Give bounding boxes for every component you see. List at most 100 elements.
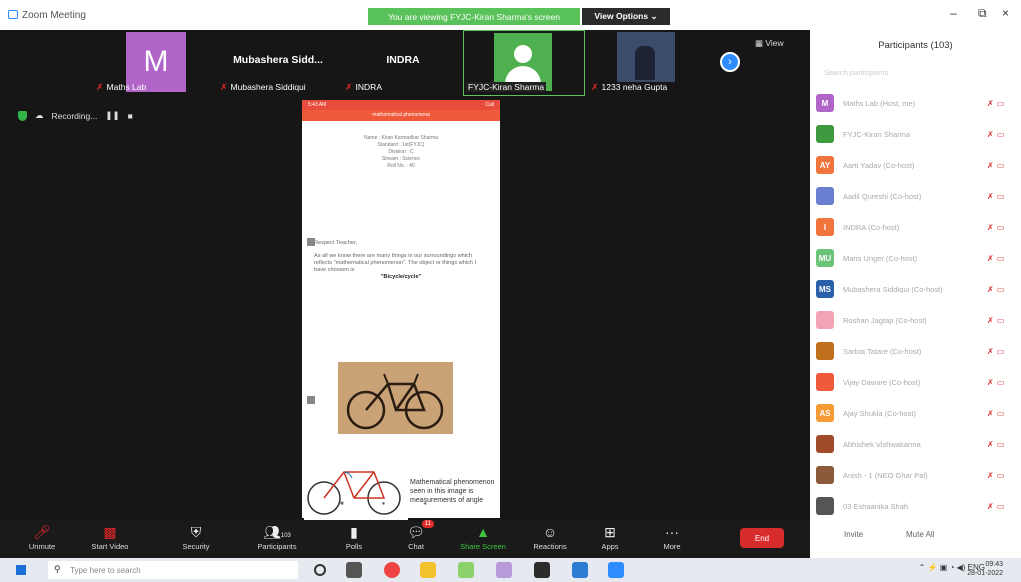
minimize-icon[interactable]: – xyxy=(950,6,957,20)
app-icon[interactable] xyxy=(572,562,588,578)
student-info: Name : Kiran Karmadkar Sharma Standard :… xyxy=(364,135,438,169)
restore-icon[interactable]: ⧉ xyxy=(978,6,987,21)
windows-start-icon[interactable] xyxy=(16,565,26,575)
participant-row[interactable]: AY Aarti Yadav (Co-host) ✗ ▭ xyxy=(816,154,1016,176)
mic-muted-icon[interactable]: ✗ xyxy=(987,471,994,480)
next-page-button[interactable]: › xyxy=(720,52,740,72)
chrome-icon[interactable] xyxy=(384,562,400,578)
video-off-icon[interactable]: ▭ xyxy=(997,502,1005,511)
page-marker xyxy=(307,238,315,246)
reactions-button[interactable]: ☺ Reactions xyxy=(518,522,582,551)
zoom-taskbar-icon[interactable] xyxy=(608,562,624,578)
video-off-icon[interactable]: ▭ xyxy=(997,223,1005,232)
participant-row[interactable]: FYJC-Kiran Sharma ✗ ▭ xyxy=(816,123,1016,145)
stop-recording-icon[interactable]: ■ xyxy=(128,111,133,121)
chat-badge: 11 xyxy=(421,520,434,528)
mic-muted-icon[interactable]: ✗ xyxy=(987,130,994,139)
participant-row[interactable]: M Maths Lab (Host, me) ✗ ▭ xyxy=(816,92,1016,114)
video-off-icon[interactable]: ▭ xyxy=(997,99,1005,108)
mic-muted-icon[interactable]: ✗ xyxy=(987,99,994,108)
view-options-button[interactable]: View Options ⌄ xyxy=(582,8,670,25)
security-button[interactable]: ⛨ Security xyxy=(164,522,228,551)
more-button[interactable]: ··· More xyxy=(640,522,704,551)
app-icon[interactable] xyxy=(458,562,474,578)
video-off-icon[interactable]: ▭ xyxy=(997,130,1005,139)
video-off-icon[interactable]: ▭ xyxy=(997,254,1005,263)
participant-row[interactable]: AS Ajay Shukla (Co-host) ✗ ▭ xyxy=(816,402,1016,424)
end-meeting-button[interactable]: End xyxy=(740,528,784,548)
mic-muted-icon[interactable]: ✗ xyxy=(987,285,994,294)
avatar: AY xyxy=(816,156,834,174)
file-explorer-icon[interactable] xyxy=(420,562,436,578)
video-off-icon[interactable]: ▭ xyxy=(997,409,1005,418)
mute-all-button[interactable]: Mute All xyxy=(906,530,934,539)
participant-row[interactable]: I INDRA (Co-host) ✗ ▭ xyxy=(816,216,1016,238)
mic-muted-icon[interactable]: ✗ xyxy=(987,502,994,511)
participant-row[interactable]: Anish - 1 (NEO Ghar Pal) ✗ ▭ xyxy=(816,464,1016,486)
mic-muted-icon[interactable]: ✗ xyxy=(987,223,994,232)
mic-muted-icon[interactable]: ✗ xyxy=(987,378,994,387)
shield-icon: ⛨ xyxy=(190,524,202,540)
mic-muted-icon[interactable]: ✗ xyxy=(987,254,994,263)
participants-icon: 👥︎103 xyxy=(263,524,291,540)
apps-button[interactable]: ⊞ Apps xyxy=(578,522,642,551)
thumbnail-indra[interactable]: INDRA ✗ INDRA xyxy=(343,30,463,96)
participant-row[interactable]: Roshan Jagtap (Co-host) ✗ ▭ xyxy=(816,309,1016,331)
unmute-button[interactable]: 🎤︎ Unmute xyxy=(10,522,74,551)
video-off-icon[interactable]: ▭ xyxy=(997,192,1005,201)
video-off-icon[interactable]: ▭ xyxy=(997,316,1005,325)
participant-name: INDRA (Co-host) xyxy=(843,222,900,232)
polls-button[interactable]: ▮ Polls xyxy=(322,522,386,551)
thumbnail-mubashera[interactable]: Mubashera Sidd... ✗ Mubashera Siddiqui xyxy=(218,30,338,96)
participant-big-name: Mubashera Sidd... xyxy=(233,54,323,66)
chat-button[interactable]: 💬︎ 11 Chat xyxy=(384,520,448,551)
meeting-area: M ✗ Maths Lab Mubashera Sidd... ✗ Mubasher… xyxy=(0,30,810,530)
view-button[interactable]: ▦ View xyxy=(755,38,784,49)
close-icon[interactable]: × xyxy=(1002,6,1009,20)
video-off-icon[interactable]: ▭ xyxy=(997,440,1005,449)
participants-panel: Participants (103) Search participants M… xyxy=(810,30,1021,558)
phone-status-bar: 5:43 AM Call xyxy=(302,100,500,110)
thumbnail-maths-lab[interactable]: M ✗ Maths Lab xyxy=(92,30,202,96)
avatar: M xyxy=(816,94,834,112)
participant-row[interactable]: Sarbat Tatare (Co-host) ✗ ▭ xyxy=(816,340,1016,362)
mic-muted-icon[interactable]: ✗ xyxy=(987,316,994,325)
video-off-icon[interactable]: ▭ xyxy=(997,161,1005,170)
mic-muted-icon: ✗ xyxy=(220,82,228,92)
share-screen-button[interactable]: ▲ Share Screen xyxy=(451,522,515,551)
start-video-button[interactable]: ▩ Start Video xyxy=(78,522,142,551)
taskbar-search-input[interactable]: ⚲ Type here to search xyxy=(48,561,298,579)
thumbnail-kiran-sharma[interactable]: FYJC-Kiran Sharma xyxy=(463,30,585,96)
video-off-icon[interactable]: ▭ xyxy=(997,471,1005,480)
app-icon[interactable] xyxy=(496,562,512,578)
video-off-icon[interactable]: ▭ xyxy=(997,285,1005,294)
invite-button[interactable]: Invite xyxy=(844,530,863,539)
mic-muted-icon[interactable]: ✗ xyxy=(987,161,994,170)
mic-muted-icon[interactable]: ✗ xyxy=(987,192,994,201)
participant-row[interactable]: 03 Eshaanika Shah ✗ ▭ xyxy=(816,495,1016,517)
participant-row[interactable]: Vijay Daware (Co-host) ✗ ▭ xyxy=(816,371,1016,393)
polls-icon: ▮ xyxy=(350,524,358,540)
participant-row[interactable]: Abhishek Vishwakarma ✗ ▭ xyxy=(816,433,1016,455)
thumbnail-neha-gupta[interactable]: ✗ 1233 neha Gupta xyxy=(589,30,699,96)
video-off-icon[interactable]: ▭ xyxy=(997,378,1005,387)
mic-muted-icon[interactable]: ✗ xyxy=(987,347,994,356)
participant-search-input[interactable]: Search participants xyxy=(824,68,888,77)
mic-muted-icon[interactable]: ✗ xyxy=(987,440,994,449)
participant-row[interactable]: MU Maris Unger (Co-host) ✗ ▭ xyxy=(816,247,1016,269)
mic-muted-icon[interactable]: ✗ xyxy=(987,409,994,418)
participant-name: Maths Lab xyxy=(106,82,147,92)
participant-row[interactable]: MS Mubashera Siddiqui (Co-host) ✗ ▭ xyxy=(816,278,1016,300)
participants-button[interactable]: 👥︎103 Participants xyxy=(245,522,309,551)
cortana-icon[interactable] xyxy=(314,564,326,576)
pause-recording-icon[interactable]: ❚❚ xyxy=(105,110,119,121)
avatar xyxy=(816,435,834,453)
task-view-icon[interactable] xyxy=(346,562,362,578)
video-off-icon: ▩ xyxy=(103,524,117,540)
clock[interactable]: 09:43 28-01-2022 xyxy=(967,560,1003,578)
participant-row[interactable]: Aadil Qureshi (Co-host) ✗ ▭ xyxy=(816,185,1016,207)
app-icon[interactable] xyxy=(534,562,550,578)
avatar xyxy=(816,373,834,391)
avatar: MS xyxy=(816,280,834,298)
video-off-icon[interactable]: ▭ xyxy=(997,347,1005,356)
